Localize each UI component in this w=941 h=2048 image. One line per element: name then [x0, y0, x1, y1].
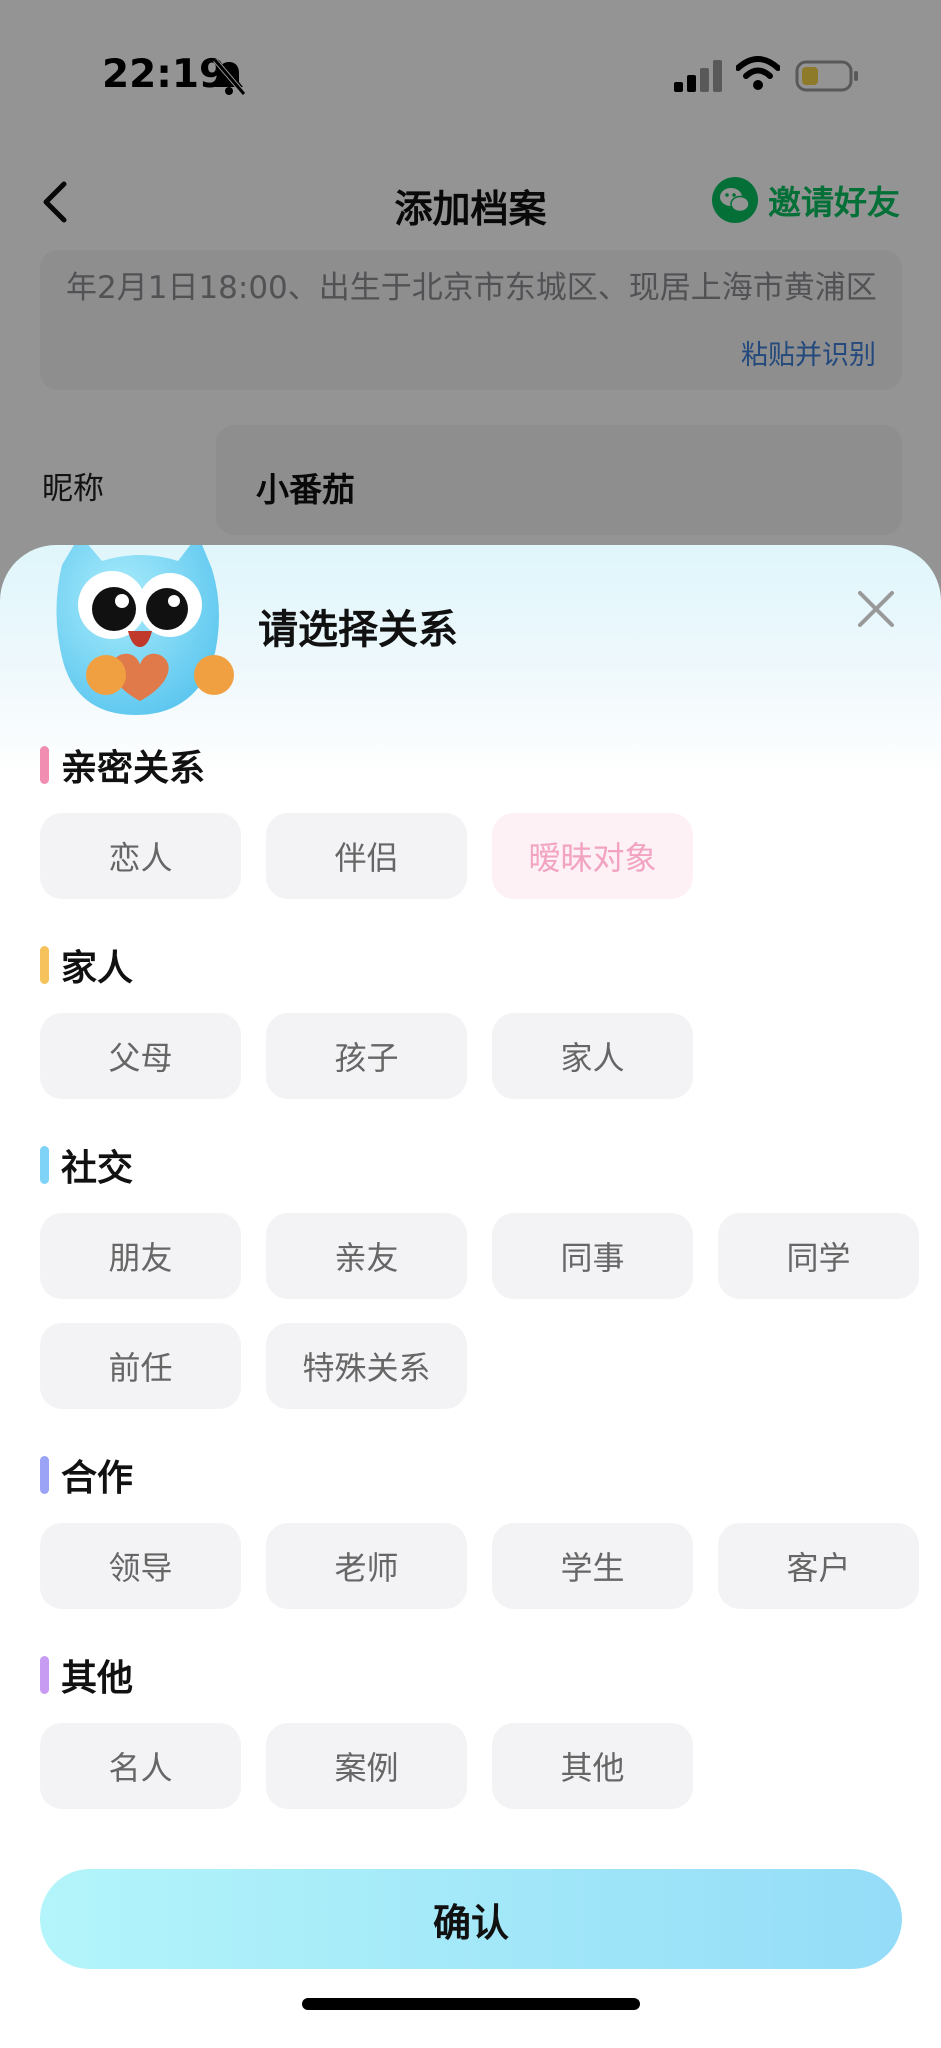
chip-relative-friend[interactable]: 亲友 — [266, 1213, 467, 1299]
chip-leader[interactable]: 领导 — [40, 1523, 241, 1609]
section-title: 合作 — [61, 1458, 134, 1499]
section-accent-bar — [40, 946, 49, 984]
chip-child[interactable]: 孩子 — [266, 1013, 467, 1099]
section-accent-bar — [40, 1656, 49, 1694]
chip-family[interactable]: 家人 — [492, 1013, 693, 1099]
section-title: 家人 — [61, 948, 134, 989]
chip-celebrity[interactable]: 名人 — [40, 1723, 241, 1809]
section-header: 家人 — [40, 945, 133, 989]
confirm-button[interactable]: 确认 — [40, 1869, 902, 1969]
relationship-sheet: 请选择关系 亲密关系 恋人 伴侣 暧昧对象 家人 父母 孩子 家人 社交 朋友 … — [0, 545, 941, 2048]
chip-partner[interactable]: 伴侣 — [266, 813, 467, 899]
home-indicator — [302, 1998, 640, 2010]
chip-classmate[interactable]: 同学 — [718, 1213, 919, 1299]
close-icon[interactable] — [856, 589, 896, 629]
chip-ambiguous[interactable]: 暧昧对象 — [492, 813, 693, 899]
chip-friend[interactable]: 朋友 — [40, 1213, 241, 1299]
section-header: 其他 — [40, 1655, 133, 1699]
chip-parents[interactable]: 父母 — [40, 1013, 241, 1099]
chip-colleague[interactable]: 同事 — [492, 1213, 693, 1299]
chip-teacher[interactable]: 老师 — [266, 1523, 467, 1609]
section-accent-bar — [40, 746, 49, 784]
mascot-owl-icon — [56, 545, 234, 715]
chip-other[interactable]: 其他 — [492, 1723, 693, 1809]
chip-special[interactable]: 特殊关系 — [266, 1323, 467, 1409]
section-header: 社交 — [40, 1145, 133, 1189]
section-title: 亲密关系 — [61, 748, 206, 789]
chip-client[interactable]: 客户 — [718, 1523, 919, 1609]
section-accent-bar — [40, 1146, 49, 1184]
section-title: 其他 — [61, 1658, 134, 1699]
section-title: 社交 — [61, 1148, 134, 1189]
chip-lover[interactable]: 恋人 — [40, 813, 241, 899]
chip-case[interactable]: 案例 — [266, 1723, 467, 1809]
section-header: 亲密关系 — [40, 745, 205, 789]
section-header: 合作 — [40, 1455, 133, 1499]
sheet-title: 请选择关系 — [258, 607, 458, 653]
chip-ex[interactable]: 前任 — [40, 1323, 241, 1409]
chip-student[interactable]: 学生 — [492, 1523, 693, 1609]
section-accent-bar — [40, 1456, 49, 1494]
